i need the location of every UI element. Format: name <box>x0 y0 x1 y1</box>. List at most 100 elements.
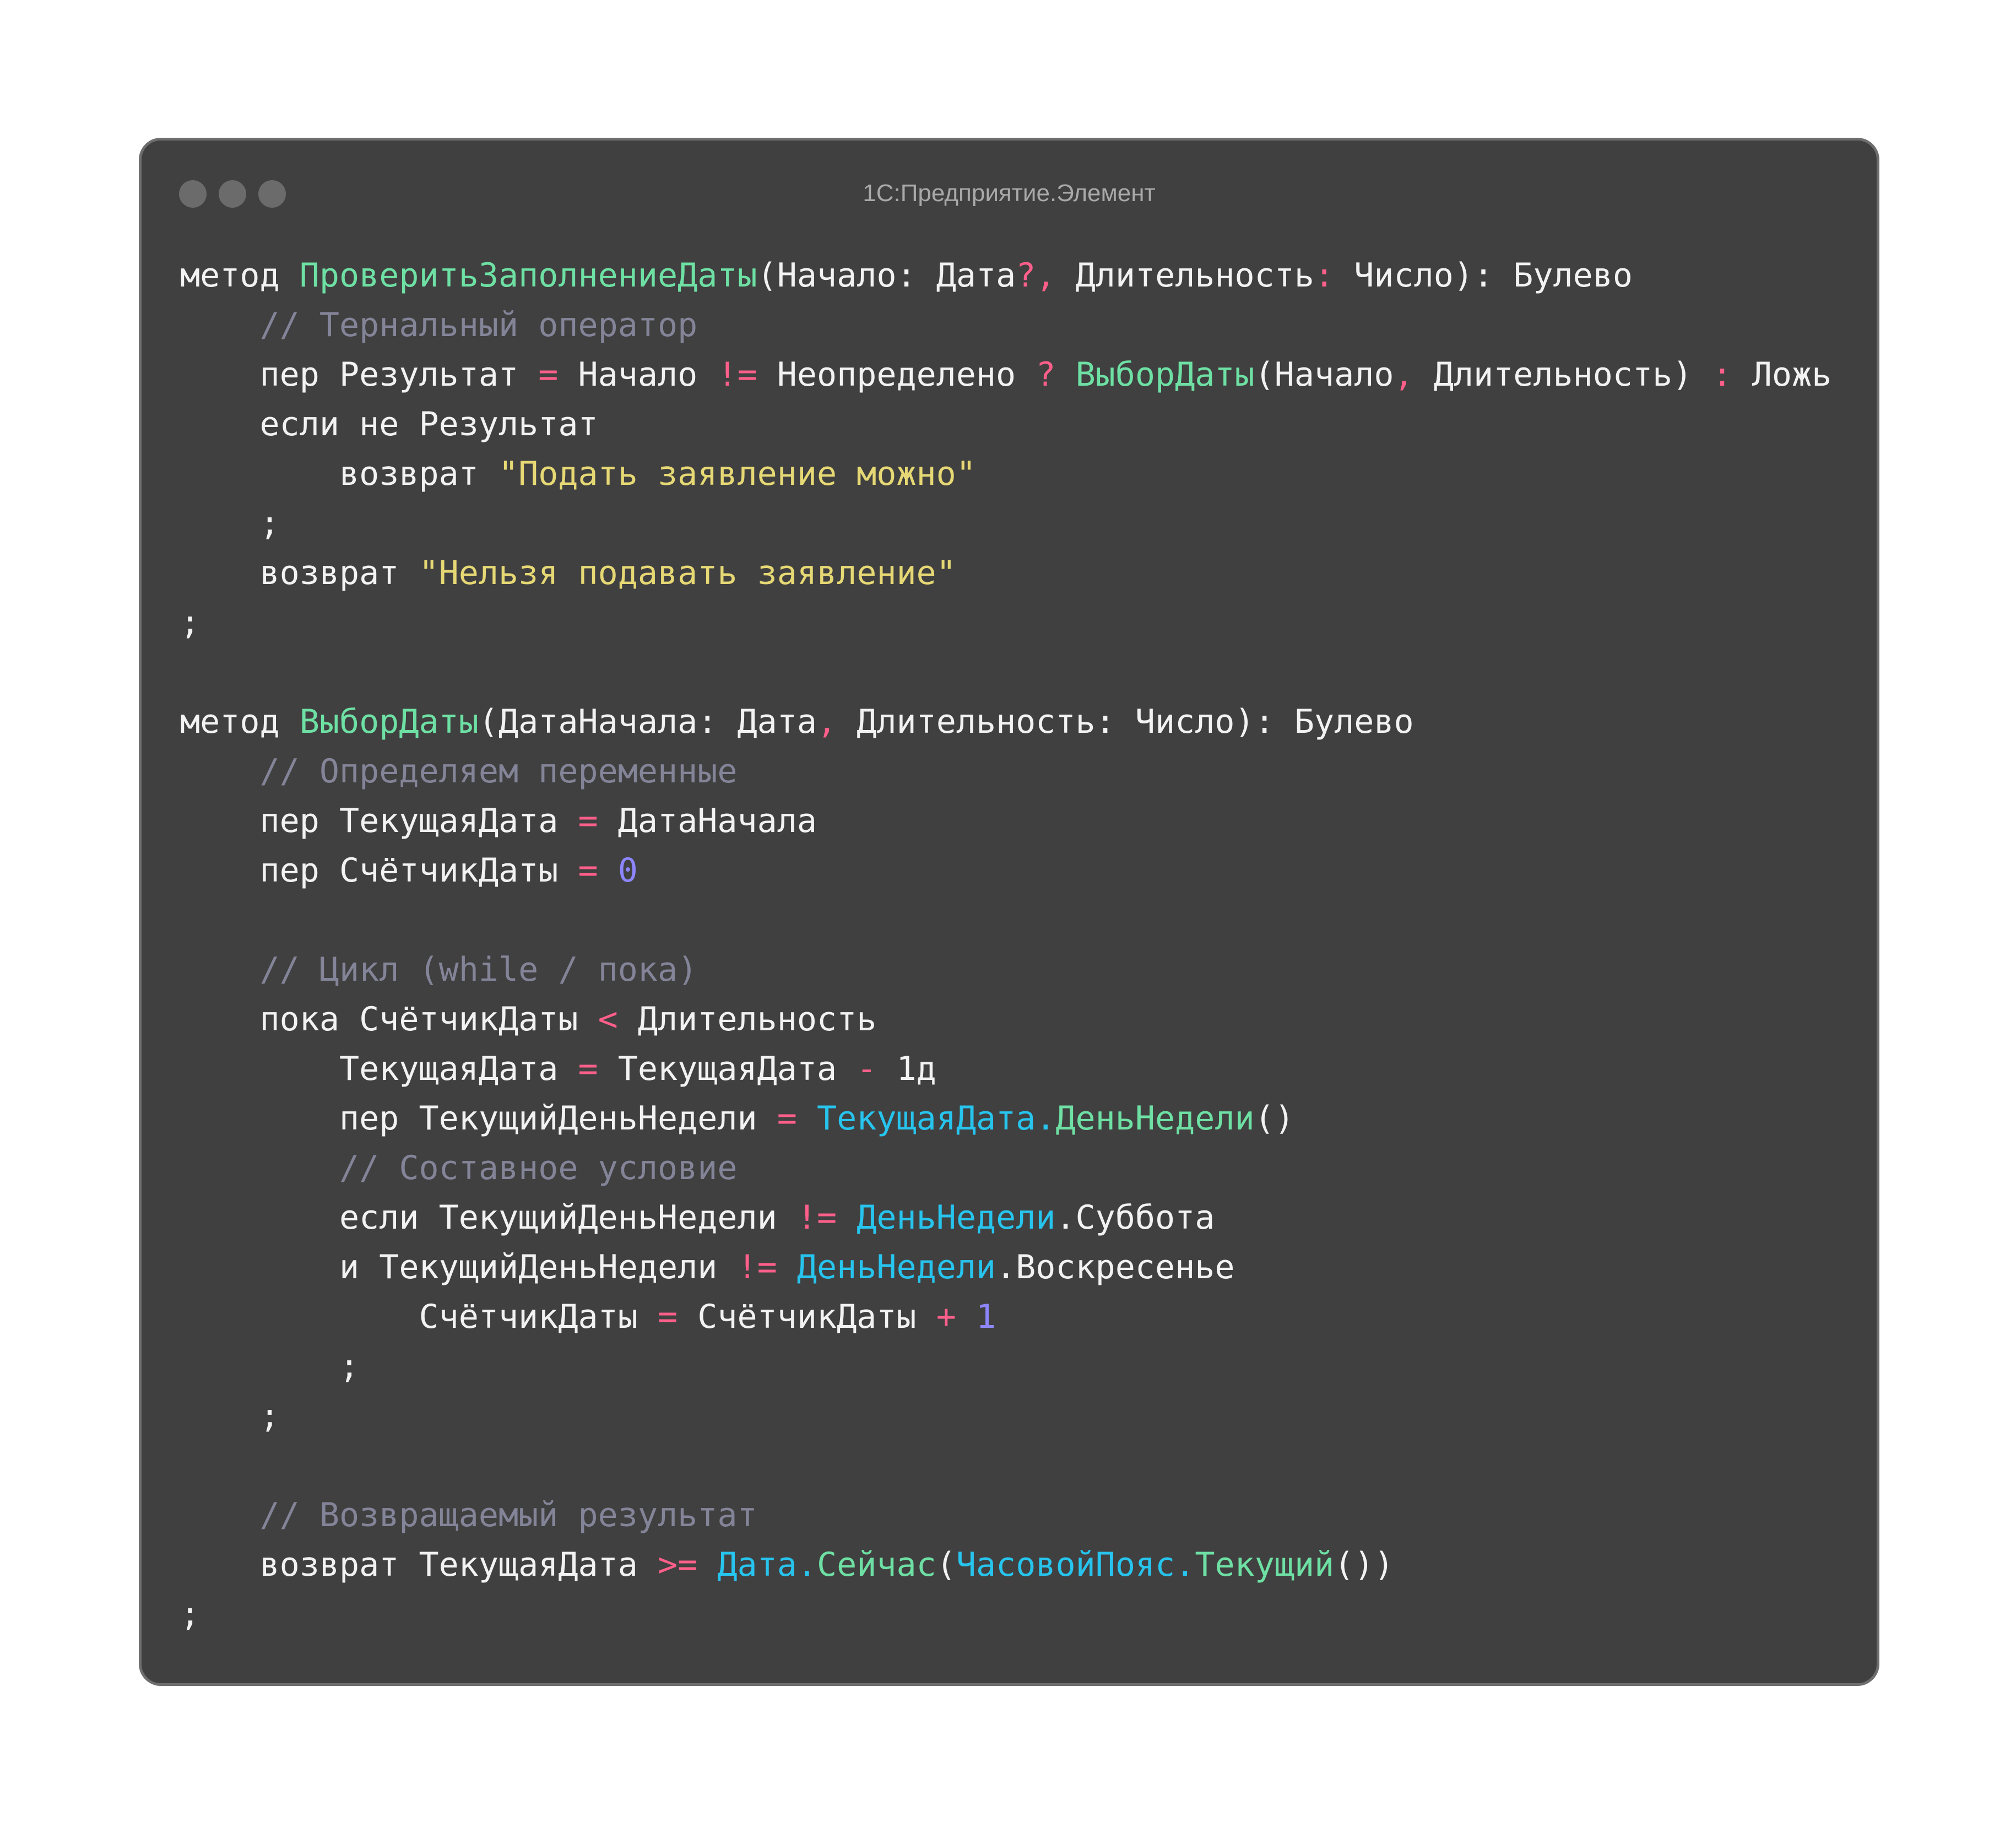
window-title: 1С:Предприятие.Элемент <box>863 180 1156 207</box>
code-line: // Возвращаемый результат <box>180 1490 1831 1540</box>
code-token: ТекущаяДата. <box>816 1099 1056 1138</box>
code-line: и ТекущийДеньНедели != ДеньНедели.Воскре… <box>180 1242 1831 1292</box>
code-token: // Составное условие <box>339 1149 738 1187</box>
code-token: // Определяем переменные <box>259 752 738 791</box>
code-token: () <box>1254 1099 1294 1138</box>
code-token: Ложь <box>1732 355 1832 394</box>
code-token: = <box>657 1298 678 1336</box>
code-token: метод <box>180 256 300 295</box>
code-editor[interactable]: метод ПроверитьЗаполнениеДаты(Начало: Да… <box>180 251 1831 1639</box>
code-token: // Цикл (while / пока) <box>259 950 698 989</box>
code-line: ТекущаяДата = ТекущаяДата - 1д <box>180 1044 1831 1094</box>
code-token: СчётчикДаты <box>339 851 578 890</box>
code-token: 1 <box>976 1298 996 1336</box>
code-line: пока СчётчикДаты < Длительность <box>180 994 1831 1044</box>
code-token: , <box>816 702 837 741</box>
code-token: // Тернальный оператор <box>259 306 698 344</box>
code-token: возврат <box>180 1545 419 1584</box>
code-token: и <box>180 1248 380 1287</box>
code-line: если ТекущийДеньНедели != ДеньНедели.Суб… <box>180 1193 1831 1242</box>
title-bar: 1С:Предприятие.Элемент <box>142 140 1877 240</box>
code-token: = <box>578 1050 598 1088</box>
code-token: != <box>717 355 757 394</box>
code-token: пер <box>180 802 339 840</box>
code-token: ТекущийДеньНедели <box>438 1198 797 1237</box>
code-line: ; <box>180 1590 1831 1639</box>
code-token: < <box>598 1000 618 1039</box>
code-token: ВыборДаты <box>1075 355 1255 394</box>
code-line: возврат "Подать заявление можно" <box>180 449 1831 499</box>
code-line: ; <box>180 499 1831 548</box>
code-token: + <box>936 1298 956 1336</box>
code-token: если не <box>180 405 419 444</box>
code-line: ; <box>180 598 1831 647</box>
code-line: пер ТекущаяДата = ДатаНачала <box>180 796 1831 846</box>
code-token: ; <box>180 1595 200 1634</box>
code-token: возврат <box>180 455 498 493</box>
code-token: ДеньНедели <box>857 1198 1056 1237</box>
code-token: Длительность <box>1055 256 1315 295</box>
code-token: (Начало <box>1254 355 1394 394</box>
code-token: != <box>796 1198 837 1237</box>
code-line: метод ПроверитьЗаполнениеДаты(Начало: Да… <box>180 251 1831 300</box>
code-token: СчётчикДаты <box>359 1000 598 1039</box>
code-token: ДатаНачала <box>598 802 817 840</box>
code-token: Неопределено <box>757 355 1036 394</box>
code-token: .Суббота <box>1055 1198 1215 1237</box>
code-token: = <box>777 1099 797 1138</box>
code-token: = <box>578 802 598 840</box>
code-token: Текущий <box>1195 1545 1335 1584</box>
code-token: пер <box>180 355 339 394</box>
code-line: возврат "Нельзя подавать заявление" <box>180 548 1831 598</box>
code-window: 1С:Предприятие.Элемент метод ПроверитьЗа… <box>139 138 1879 1686</box>
code-token: Длительность) <box>1413 355 1712 394</box>
code-line: если не Результат <box>180 399 1831 449</box>
code-token: Сейчас <box>816 1545 936 1584</box>
code-token: возврат <box>180 554 419 592</box>
code-token: ?, <box>1016 256 1056 295</box>
code-token: >= <box>657 1545 698 1584</box>
code-token: (Начало: Дата <box>757 256 1016 295</box>
code-token: = <box>578 851 598 890</box>
code-token: ТекущаяДата <box>598 1050 857 1088</box>
code-token: Результат <box>419 405 598 444</box>
code-token: : <box>1712 355 1732 394</box>
code-token: Длительность: Число): Булево <box>837 702 1414 741</box>
code-token: ТекущийДеньНедели <box>419 1099 777 1138</box>
code-token: // Возвращаемый результат <box>259 1496 757 1534</box>
code-token: ; <box>180 603 200 642</box>
code-token: ТекущаяДата <box>339 802 578 840</box>
code-token: ЧасовойПояс. <box>956 1545 1195 1584</box>
code-token: метод <box>180 702 300 741</box>
code-token: СчётчикДаты <box>678 1298 936 1336</box>
code-token: ; <box>180 1347 360 1386</box>
code-token: ( <box>936 1545 956 1584</box>
code-line: пер Результат = Начало != Неопределено ?… <box>180 350 1831 399</box>
code-token: ; <box>180 1397 280 1435</box>
code-token: Дата. <box>717 1545 817 1584</box>
code-token: СчётчикДаты <box>180 1298 658 1336</box>
code-token: ТекущаяДата <box>419 1545 658 1584</box>
code-token: != <box>737 1248 777 1287</box>
code-token: ТекущаяДата <box>180 1050 578 1088</box>
code-token: ? <box>1036 355 1056 394</box>
code-token: .Воскресенье <box>996 1248 1235 1287</box>
code-line: метод ВыборДаты(ДатаНачала: Дата, Длител… <box>180 697 1831 747</box>
code-token: ТекущийДеньНедели <box>379 1248 738 1287</box>
code-line: пер ТекущийДеньНедели = ТекущаяДата.День… <box>180 1094 1831 1143</box>
code-line: // Составное условие <box>180 1143 1831 1193</box>
code-token: ВыборДаты <box>299 702 479 741</box>
code-token: ()) <box>1334 1545 1394 1584</box>
code-token: (ДатаНачала: Дата <box>478 702 817 741</box>
